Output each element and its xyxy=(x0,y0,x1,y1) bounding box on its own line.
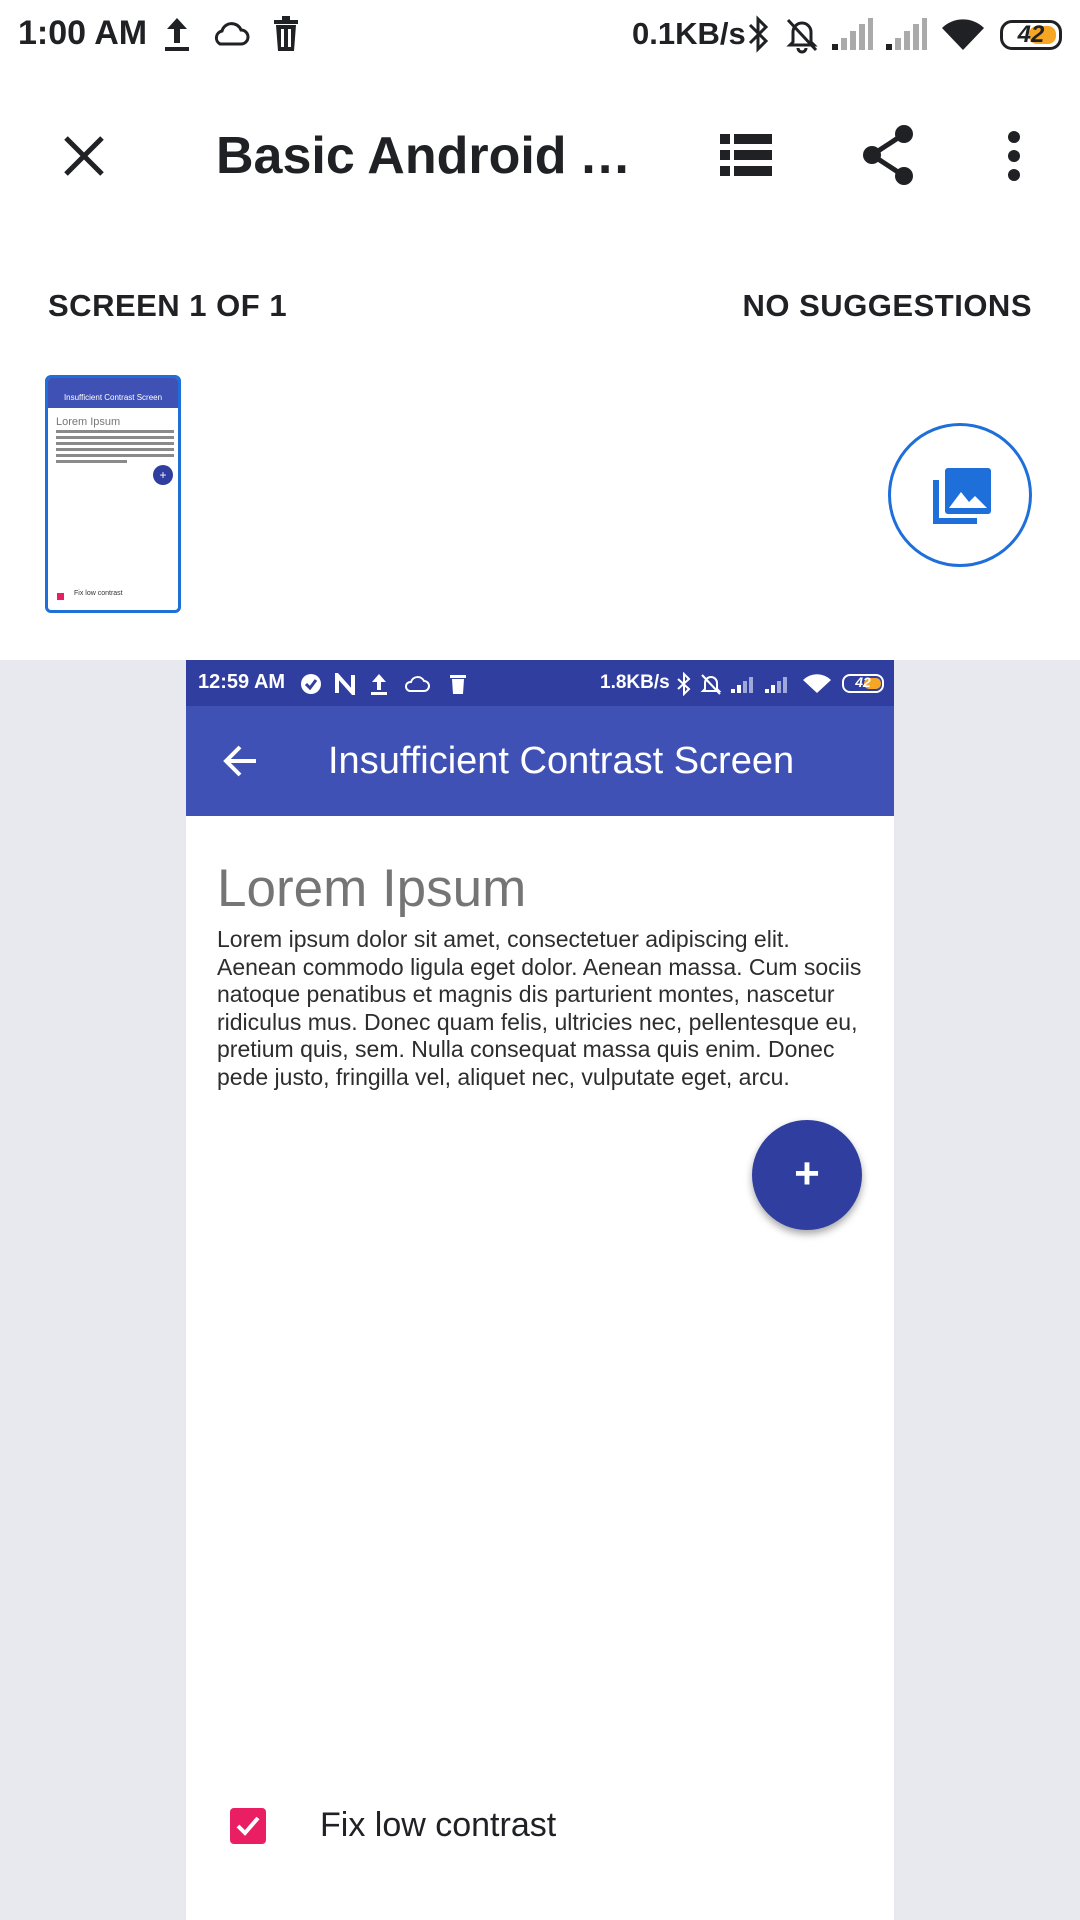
preview-network-speed: 1.8KB/s xyxy=(600,672,670,693)
bluetooth-icon xyxy=(677,672,691,696)
preview-battery-icon: 42 xyxy=(842,674,884,693)
thumbnail-app-bar: Insufficient Contrast Screen xyxy=(48,378,178,408)
wifi-icon xyxy=(942,19,984,50)
preview-app-title: Insufficient Contrast Screen xyxy=(328,740,795,782)
share-icon[interactable] xyxy=(860,124,916,186)
preview-status-bar: 12:59 AM 1.8KB/s 42 xyxy=(186,660,894,706)
trash-icon xyxy=(274,16,298,51)
cloud-icon xyxy=(404,676,430,692)
signal-icon xyxy=(886,18,927,50)
gallery-button[interactable] xyxy=(888,423,1032,567)
trash-icon xyxy=(450,675,466,694)
status-bar: 1:00 AM 0.1KB/s 42 xyxy=(0,0,1080,72)
status-time: 1:00 AM xyxy=(18,14,148,52)
preview-app-bar: Insufficient Contrast Screen xyxy=(186,706,894,816)
bluetooth-icon xyxy=(748,15,769,53)
battery-icon: 42 xyxy=(1000,20,1062,50)
bell-off-icon xyxy=(700,674,722,695)
screen-thumbnail[interactable]: Insufficient Contrast Screen Lorem Ipsum… xyxy=(45,375,181,613)
fix-contrast-checkbox[interactable] xyxy=(230,1808,266,1844)
preview-heading: Lorem Ipsum xyxy=(217,859,527,918)
thumbnail-checkbox-label: Fix low contrast xyxy=(74,590,123,597)
preview-body-text: Lorem ipsum dolor sit amet, consectetuer… xyxy=(217,926,862,1090)
screen-counter: SCREEN 1 OF 1 xyxy=(48,288,288,323)
upload-icon xyxy=(371,674,387,695)
signal-icon xyxy=(731,677,753,693)
suggestions-button[interactable]: NO SUGGESTIONS xyxy=(743,288,1032,324)
close-icon[interactable] xyxy=(60,132,108,180)
check-icon xyxy=(236,1816,260,1836)
arrow-back-icon[interactable] xyxy=(222,744,258,778)
thumbnail-fab: + xyxy=(153,465,173,485)
screen-preview: 12:59 AM 1.8KB/s 42 Insufficient Contras… xyxy=(186,660,894,1920)
thumbnail-body-text xyxy=(56,430,174,466)
thumbnail-heading: Lorem Ipsum xyxy=(56,416,121,428)
preview-status-time: 12:59 AM xyxy=(198,671,286,693)
upload-icon xyxy=(165,18,189,51)
notification-n-icon xyxy=(335,673,355,695)
more-vert-icon[interactable] xyxy=(1004,130,1024,182)
network-speed: 0.1KB/s xyxy=(632,16,746,51)
wifi-icon xyxy=(803,674,831,693)
photo-library-icon xyxy=(933,468,991,524)
add-fab[interactable]: + xyxy=(752,1120,862,1230)
check-circle-icon xyxy=(301,674,321,694)
fix-contrast-label: Fix low contrast xyxy=(320,1806,557,1844)
top-app-bar: Basic Android A… xyxy=(0,96,1080,216)
bell-off-icon xyxy=(786,18,818,54)
signal-icon xyxy=(765,677,787,693)
cloud-icon xyxy=(214,22,250,46)
list-icon[interactable] xyxy=(720,134,772,178)
page-title: Basic Android A… xyxy=(216,127,646,185)
thumbnail-checkbox xyxy=(57,593,64,600)
signal-icon xyxy=(832,18,873,50)
